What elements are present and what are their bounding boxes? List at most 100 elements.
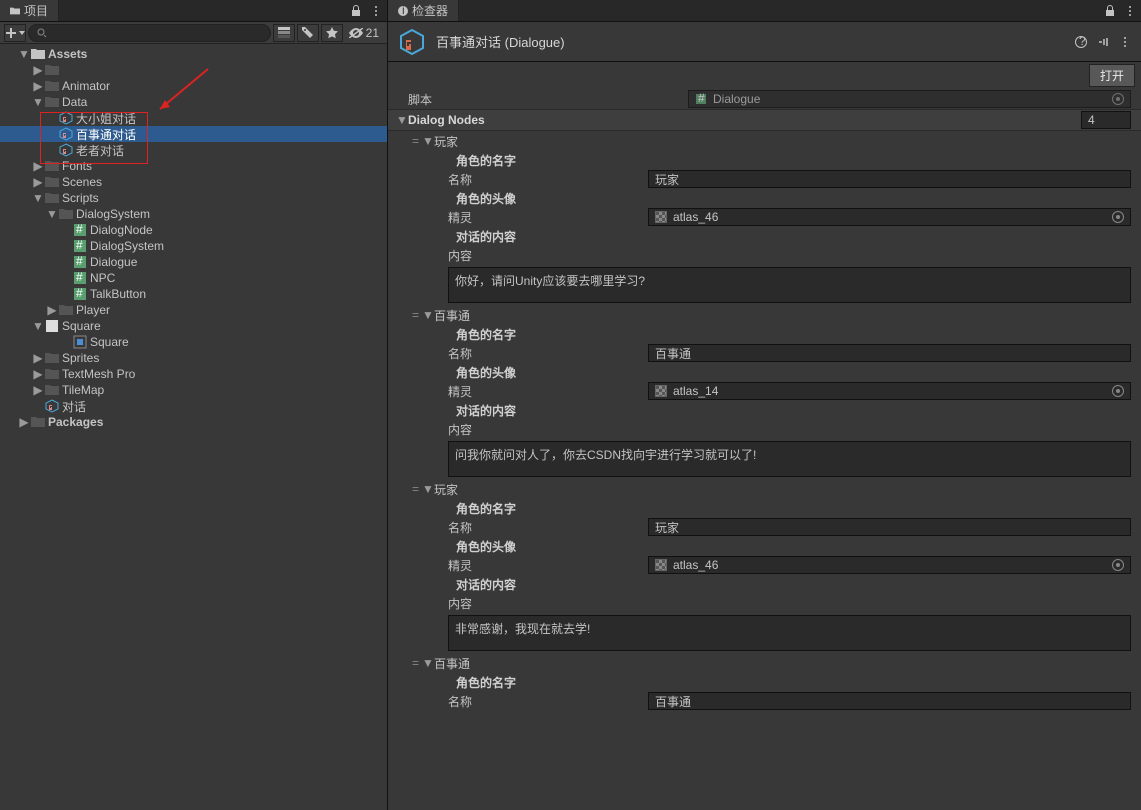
- folder-icon: [10, 6, 20, 16]
- name-field[interactable]: 玩家: [648, 170, 1131, 188]
- tab-inspector[interactable]: i 检查器: [388, 0, 459, 21]
- sprite-field[interactable]: atlas_14: [648, 382, 1131, 400]
- tree-folder-animator[interactable]: ▶ Animator: [0, 78, 387, 94]
- tree-item-ds-0[interactable]: #DialogNode: [0, 222, 387, 238]
- tree-folder-sprites[interactable]: ▶Sprites: [0, 350, 387, 366]
- svg-text:?: ?: [1079, 36, 1086, 48]
- content-header[interactable]: 对话的内容: [388, 575, 1141, 593]
- panel-menu-icon[interactable]: [367, 2, 385, 20]
- svg-text:#: #: [76, 271, 83, 284]
- inspector-body[interactable]: 脚本 # Dialogue ▼ Dialog Nodes 4 =▼玩家角色的名字…: [388, 89, 1141, 810]
- sprite-field-row: 精灵atlas_14: [388, 381, 1141, 401]
- open-bar: 打开: [388, 62, 1141, 89]
- content-label-row: 内容: [388, 419, 1141, 439]
- object-picker-icon[interactable]: [1112, 385, 1124, 397]
- context-menu-icon[interactable]: [1117, 34, 1133, 50]
- save-search-button[interactable]: [321, 24, 343, 42]
- project-toolbar: 21: [0, 22, 387, 44]
- role-name-header[interactable]: 角色的名字: [388, 325, 1141, 343]
- tree-folder-scripts[interactable]: ▼ Scripts: [0, 190, 387, 206]
- content-field[interactable]: 问我你就问对人了，你去CSDN找向宇进行学习就可以了!: [448, 441, 1131, 477]
- preset-icon[interactable]: [1095, 34, 1111, 50]
- create-button[interactable]: [4, 24, 26, 42]
- content-header[interactable]: 对话的内容: [388, 227, 1141, 245]
- svg-text:#: #: [76, 287, 83, 300]
- tree-folder-packages[interactable]: ▶Packages: [0, 414, 387, 430]
- node-header[interactable]: =▼玩家: [388, 479, 1141, 499]
- object-picker-icon[interactable]: [1112, 211, 1124, 223]
- sprite-thumb-icon: [655, 211, 667, 223]
- dialog-nodes-header[interactable]: ▼ Dialog Nodes 4: [388, 109, 1141, 131]
- search-by-label-button[interactable]: [297, 24, 319, 42]
- node-header[interactable]: =▼百事通: [388, 305, 1141, 325]
- tree-folder-tilemap[interactable]: ▶TileMap: [0, 382, 387, 398]
- help-icon[interactable]: ?: [1073, 34, 1089, 50]
- project-panel: 项目: [0, 0, 388, 810]
- content-field[interactable]: 你好，请问Unity应该要去哪里学习?: [448, 267, 1131, 303]
- panel-menu-icon[interactable]: [1121, 2, 1139, 20]
- hidden-items-count[interactable]: 21: [345, 26, 383, 40]
- name-field-row: 名称百事通: [388, 691, 1141, 711]
- inspector-panel: i 检查器 百事通对话 (Dialogue) ? 打: [388, 0, 1141, 810]
- tree-item-ds-3[interactable]: #NPC: [0, 270, 387, 286]
- tree-folder-textmeshpro[interactable]: ▶TextMesh Pro: [0, 366, 387, 382]
- role-name-header[interactable]: 角色的名字: [388, 673, 1141, 691]
- lock-icon[interactable]: [347, 2, 365, 20]
- open-button[interactable]: 打开: [1089, 64, 1135, 87]
- tab-project[interactable]: 项目: [0, 0, 59, 21]
- sprite-thumb-icon: [655, 559, 667, 571]
- lock-icon[interactable]: [1101, 2, 1119, 20]
- svg-text:i: i: [402, 6, 405, 16]
- scriptable-object-icon: [396, 26, 428, 58]
- role-avatar-header[interactable]: 角色的头像: [388, 537, 1141, 555]
- project-tab-bar: 项目: [0, 0, 387, 22]
- node-header[interactable]: =▼百事通: [388, 653, 1141, 673]
- content-label-row: 内容: [388, 593, 1141, 613]
- content-field[interactable]: 非常感谢，我现在就去学!: [448, 615, 1131, 651]
- role-avatar-header[interactable]: 角色的头像: [388, 363, 1141, 381]
- tree-item-data-0[interactable]: 大小姐对话: [0, 110, 387, 126]
- tree-item-ds-4[interactable]: #TalkButton: [0, 286, 387, 302]
- sprite-thumb-icon: [655, 385, 667, 397]
- sprite-field[interactable]: atlas_46: [648, 208, 1131, 226]
- tree-folder-data[interactable]: ▼ Data: [0, 94, 387, 110]
- project-tree[interactable]: ▼ Assets ▶ ▶ Animator ▼ Data: [0, 44, 387, 810]
- tree-folder-dialogsystem[interactable]: ▼ DialogSystem: [0, 206, 387, 222]
- tree-folder-player[interactable]: ▶Player: [0, 302, 387, 318]
- search-input[interactable]: [28, 24, 271, 42]
- svg-text:#: #: [76, 239, 83, 252]
- tree-folder-assets[interactable]: ▼ Assets: [0, 46, 387, 62]
- content-label-row: 内容: [388, 245, 1141, 265]
- node-header[interactable]: =▼玩家: [388, 131, 1141, 151]
- svg-text:#: #: [76, 255, 83, 268]
- name-field[interactable]: 玩家: [648, 518, 1131, 536]
- tree-item-ds-1[interactable]: #DialogSystem: [0, 238, 387, 254]
- tree-item-dialogue-asset[interactable]: 对话: [0, 398, 387, 414]
- tree-item-square-mat[interactable]: ▼Square: [0, 318, 387, 334]
- name-field[interactable]: 百事通: [648, 692, 1131, 710]
- role-avatar-header[interactable]: 角色的头像: [388, 189, 1141, 207]
- script-field[interactable]: # Dialogue: [688, 90, 1131, 108]
- tree-item-ds-2[interactable]: #Dialogue: [0, 254, 387, 270]
- tree-folder-blank[interactable]: ▶: [0, 62, 387, 78]
- search-by-type-button[interactable]: [273, 24, 295, 42]
- name-field-row: 名称百事通: [388, 343, 1141, 363]
- name-field-row: 名称玩家: [388, 517, 1141, 537]
- tree-folder-scenes[interactable]: ▶ Scenes: [0, 174, 387, 190]
- role-name-header[interactable]: 角色的名字: [388, 151, 1141, 169]
- script-label: 脚本: [388, 91, 688, 108]
- object-picker-icon[interactable]: [1112, 559, 1124, 571]
- sprite-field[interactable]: atlas_46: [648, 556, 1131, 574]
- asset-title: 百事通对话 (Dialogue): [436, 32, 1073, 51]
- tree-folder-fonts[interactable]: ▶ Fonts: [0, 158, 387, 174]
- role-name-header[interactable]: 角色的名字: [388, 499, 1141, 517]
- sprite-field-row: 精灵atlas_46: [388, 555, 1141, 575]
- object-picker-icon[interactable]: [1112, 93, 1124, 105]
- tree-item-data-2[interactable]: 老者对话: [0, 142, 387, 158]
- name-field[interactable]: 百事通: [648, 344, 1131, 362]
- dialog-nodes-count[interactable]: 4: [1081, 111, 1131, 129]
- content-header[interactable]: 对话的内容: [388, 401, 1141, 419]
- tree-item-data-1[interactable]: 百事通对话: [0, 126, 387, 142]
- tree-item-square-child[interactable]: Square: [0, 334, 387, 350]
- name-field-row: 名称玩家: [388, 169, 1141, 189]
